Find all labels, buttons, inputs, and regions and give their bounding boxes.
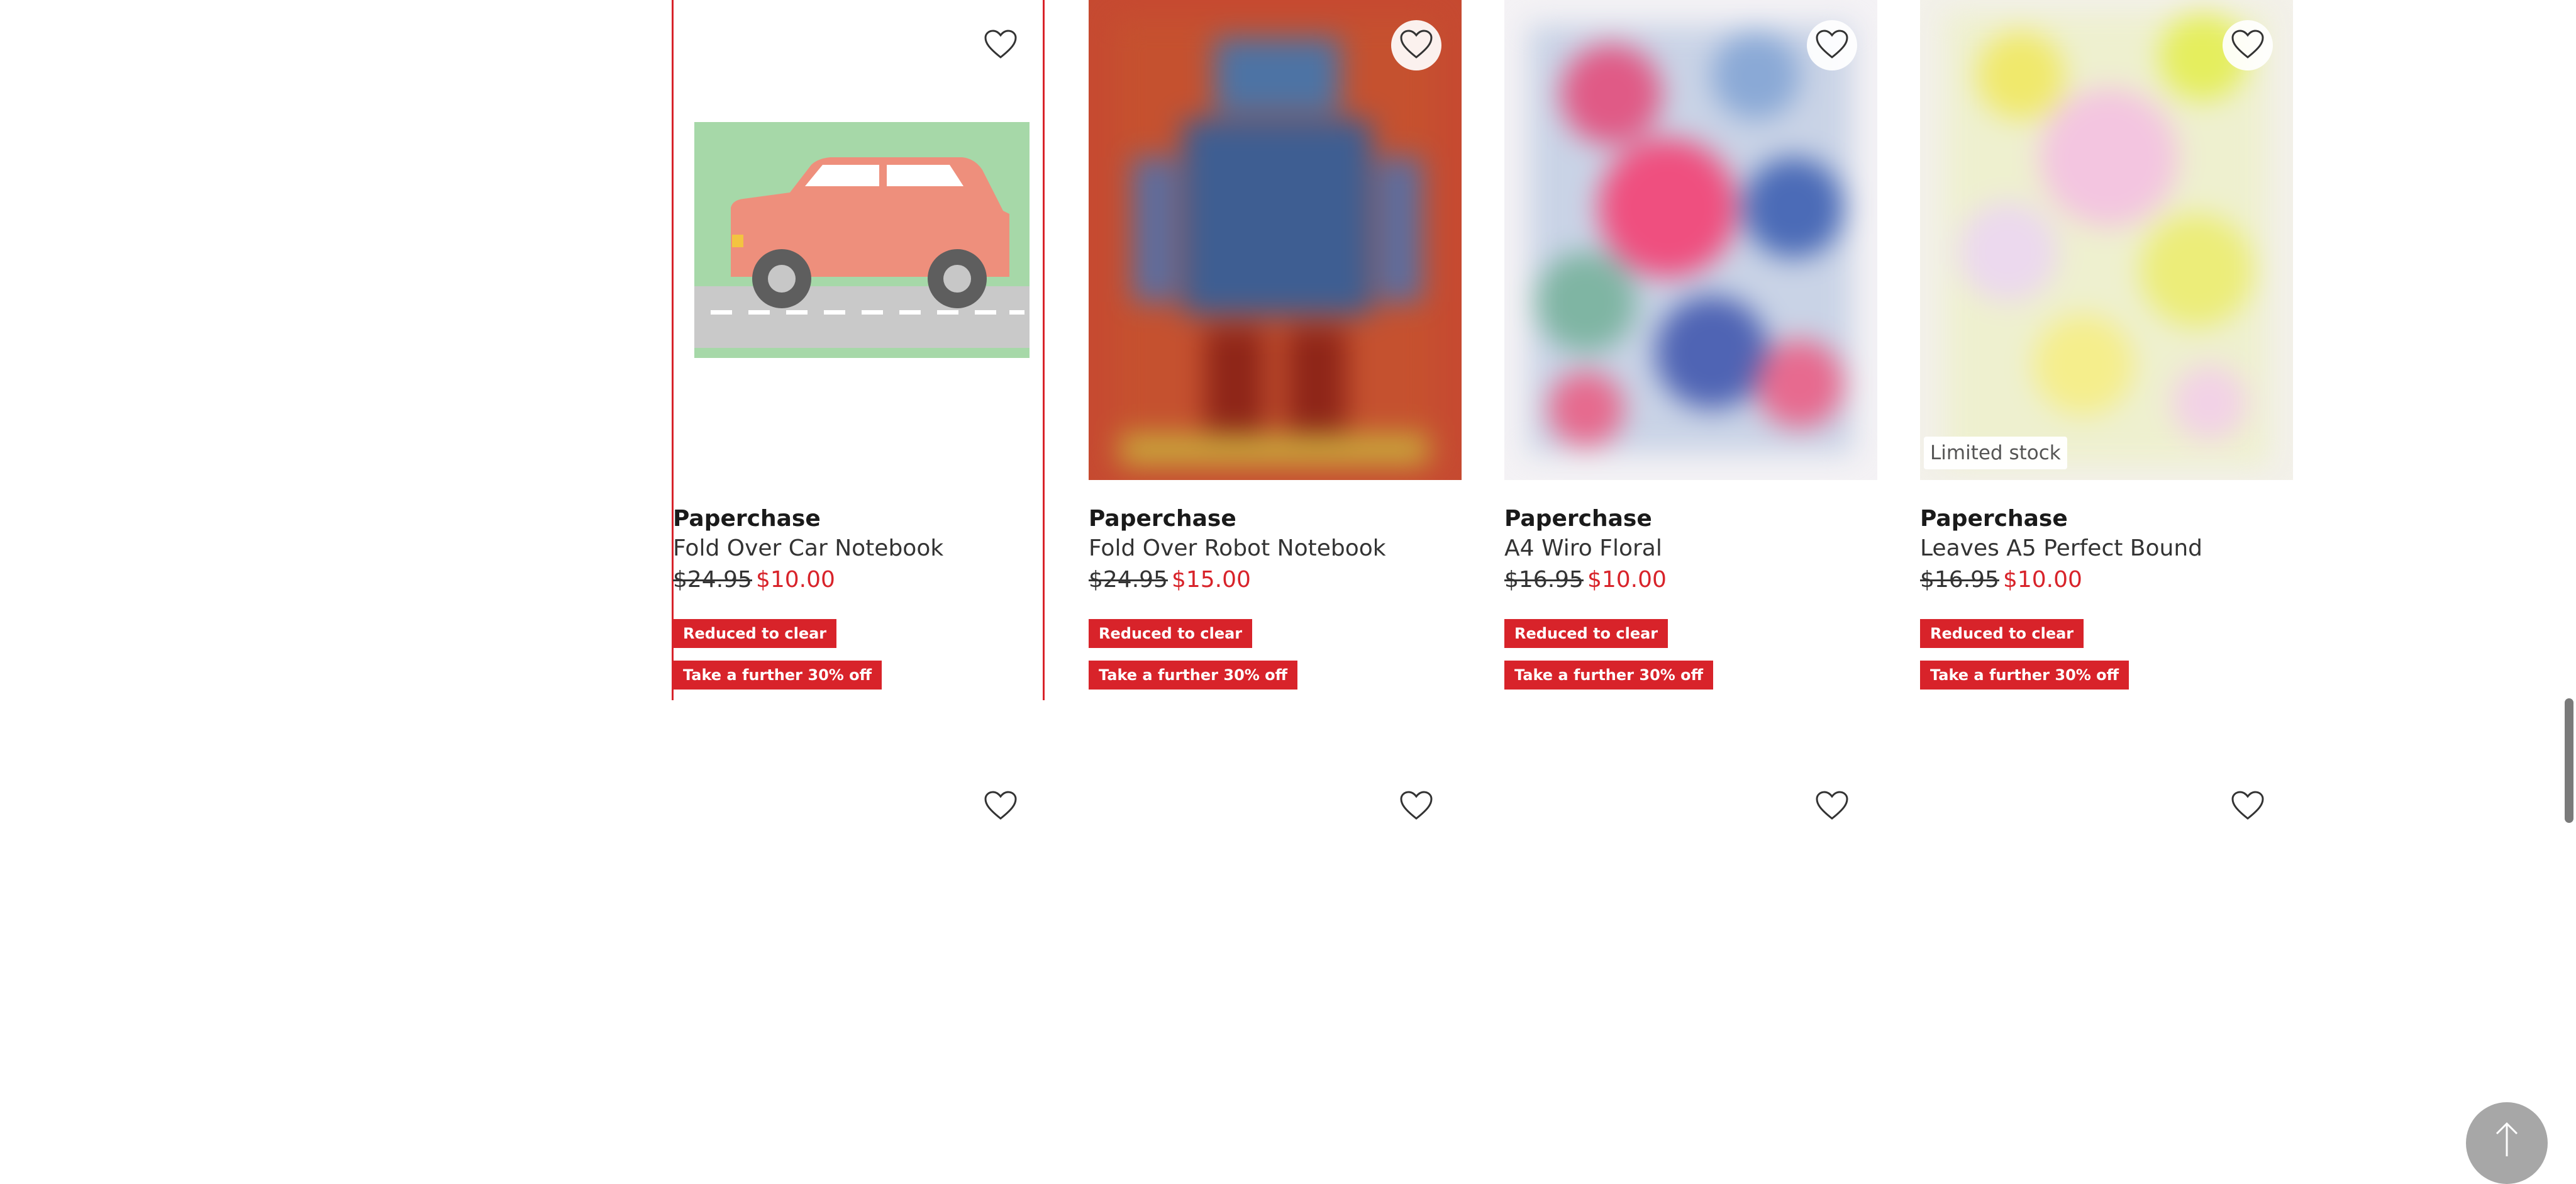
heart-outline-icon	[1815, 29, 1849, 62]
promo-badge: Take a further 30% off	[1504, 661, 1714, 690]
promo-badge: Reduced to clear	[673, 619, 837, 648]
scrollbar-thumb[interactable]	[2565, 698, 2573, 823]
scrollbar[interactable]	[2562, 0, 2576, 1169]
heart-outline-icon	[1399, 29, 1433, 62]
promo-badge: Take a further 30% off	[1089, 661, 1298, 690]
heart-outline-icon	[984, 790, 1018, 823]
favourite-button[interactable]	[1391, 20, 1441, 70]
favourite-button[interactable]	[975, 20, 1026, 70]
product-brand[interactable]: Paperchase	[1089, 506, 1236, 532]
product-image[interactable]	[1089, 0, 1462, 480]
favourite-button[interactable]	[1807, 20, 1857, 70]
heart-outline-icon	[1399, 790, 1433, 823]
heart-outline-icon	[1815, 790, 1849, 823]
was-price: $24.95	[673, 567, 752, 593]
heart-outline-icon	[984, 29, 1018, 62]
was-price: $24.95	[1089, 567, 1168, 593]
heart-outline-icon	[2231, 790, 2265, 823]
favourite-button[interactable]	[2223, 20, 2273, 70]
product-name[interactable]: A4 Wiro Floral	[1504, 535, 1662, 561]
was-price: $16.95	[1920, 567, 1999, 593]
product-card[interactable]	[673, 761, 1046, 1139]
arrow-up-icon	[2494, 1102, 2519, 1160]
product-brand[interactable]: Paperchase	[673, 506, 821, 532]
sale-price: $15.00	[1171, 567, 1251, 593]
promo-badge: Reduced to clear	[1504, 619, 1668, 648]
product-price: $24.95 $10.00	[673, 567, 835, 593]
product-price: $16.95 $10.00	[1920, 567, 2082, 593]
sale-price: $10.00	[755, 567, 835, 593]
product-card[interactable]	[1089, 761, 1462, 1139]
heart-outline-icon	[2231, 29, 2265, 62]
product-price: $24.95 $15.00	[1089, 567, 1251, 593]
favourite-button[interactable]	[1391, 781, 1441, 832]
product-card[interactable]	[1920, 761, 2293, 1139]
promo-badge: Take a further 30% off	[1920, 661, 2129, 690]
favourite-button[interactable]	[1807, 781, 1857, 832]
product-brand[interactable]: Paperchase	[1920, 506, 2068, 532]
limited-stock-label: Limited stock	[1924, 437, 2067, 469]
product-brand[interactable]: Paperchase	[1504, 506, 1652, 532]
product-name[interactable]: Fold Over Car Notebook	[673, 535, 943, 561]
product-price: $16.95 $10.00	[1504, 567, 1667, 593]
product-name[interactable]: Leaves A5 Perfect Bound	[1920, 535, 2202, 561]
product-image[interactable]: Limited stock	[1920, 0, 2293, 480]
product-image[interactable]	[673, 0, 1046, 480]
promo-badge: Reduced to clear	[1920, 619, 2084, 648]
product-grid: Paperchase Fold Over Car Notebook $24.95…	[0, 0, 2576, 1169]
back-to-top-button[interactable]	[2466, 1102, 2548, 1184]
sale-price: $10.00	[2002, 567, 2082, 593]
promo-badge: Reduced to clear	[1089, 619, 1253, 648]
product-name[interactable]: Fold Over Robot Notebook	[1089, 535, 1386, 561]
product-card[interactable]	[1504, 761, 1877, 1139]
promo-badge: Take a further 30% off	[673, 661, 882, 690]
favourite-button[interactable]	[975, 781, 1026, 832]
sale-price: $10.00	[1587, 567, 1667, 593]
favourite-button[interactable]	[2223, 781, 2273, 832]
was-price: $16.95	[1504, 567, 1584, 593]
product-image[interactable]	[1504, 0, 1877, 480]
